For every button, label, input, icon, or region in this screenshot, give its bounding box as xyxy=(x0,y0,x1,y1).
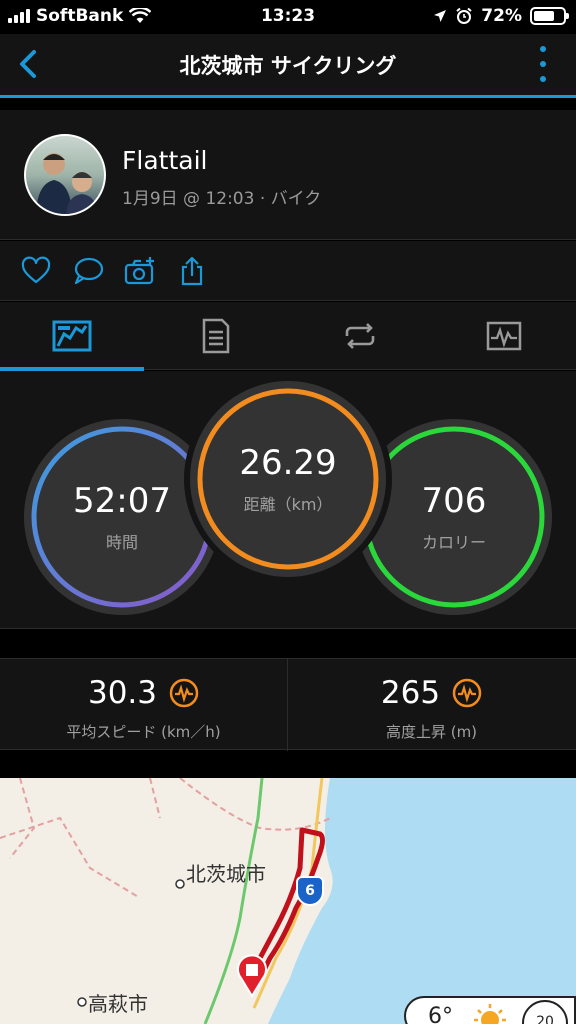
time-label: 時間 xyxy=(105,533,138,552)
wind-gauge: 20 xyxy=(522,1000,568,1024)
battery-percent: 72% xyxy=(481,6,522,26)
activity-meta: 1月9日 @ 12:03 · バイク xyxy=(122,189,322,209)
tab-details[interactable] xyxy=(144,302,288,370)
more-menu-icon[interactable] xyxy=(536,46,550,82)
wind-value: 20 xyxy=(536,1014,554,1024)
calories-label: カロリー xyxy=(421,533,486,552)
share-icon[interactable] xyxy=(176,255,208,287)
summary-rings: 52:07 時間 706 カロリー 26.29 距離（km） xyxy=(0,371,576,629)
status-right: 72% xyxy=(433,6,569,26)
elevation-value: 265 xyxy=(380,675,441,711)
weather-temp: 6° xyxy=(428,1004,453,1024)
route-shield: 6 xyxy=(296,876,324,906)
add-photo-icon[interactable] xyxy=(124,255,156,287)
avg-speed-label: 平均スピード (km／h) xyxy=(66,723,221,741)
tab-bar xyxy=(0,302,576,371)
action-bar xyxy=(0,241,576,301)
distance-value: 26.29 xyxy=(239,443,337,483)
elevation-stat[interactable]: 265 高度上昇 (m) xyxy=(288,659,575,751)
avg-speed-value: 30.3 xyxy=(87,675,158,711)
map-city-label: 高萩市 xyxy=(88,992,148,1016)
weather-badge[interactable]: 6° 20 xyxy=(404,996,576,1024)
avatar[interactable] xyxy=(24,134,106,216)
status-bar: SoftBank 13:23 72% xyxy=(0,0,576,34)
tab-laps[interactable] xyxy=(288,302,432,370)
location-arrow-icon xyxy=(434,10,447,22)
distance-ring: 26.29 距離（km） xyxy=(190,381,386,577)
comment-icon[interactable] xyxy=(72,255,104,287)
tab-charts[interactable] xyxy=(432,302,576,370)
connect-badge-icon xyxy=(169,678,199,708)
page-title: 北茨城市 サイクリング xyxy=(179,54,397,78)
connect-badge-icon xyxy=(452,678,482,708)
nav-bar: 北茨城市 サイクリング xyxy=(0,34,576,98)
start-pin-icon[interactable] xyxy=(236,954,268,998)
elevation-label: 高度上昇 (m) xyxy=(385,723,478,741)
route-map[interactable]: 北茨城市 高萩市 6 xyxy=(0,778,576,1024)
document-icon xyxy=(202,318,230,354)
map-canvas xyxy=(0,778,576,1024)
profile-name[interactable]: Flattail xyxy=(122,146,207,175)
battery-icon xyxy=(530,7,569,25)
heart-icon[interactable] xyxy=(20,255,52,287)
avatar-photo xyxy=(36,153,98,214)
tab-overview[interactable] xyxy=(0,302,144,371)
time-value: 52:07 xyxy=(73,481,171,521)
repeat-icon xyxy=(345,323,375,349)
activity-header: Flattail 1月9日 @ 12:03 · バイク xyxy=(0,110,576,240)
calories-value: 706 xyxy=(421,481,487,521)
chart-icon xyxy=(486,321,522,351)
alarm-icon xyxy=(456,7,472,24)
stats-row: 30.3 平均スピード (km／h) 265 高度上昇 (m) xyxy=(0,658,576,751)
avg-speed-stat[interactable]: 30.3 平均スピード (km／h) xyxy=(0,659,287,751)
overview-icon xyxy=(52,320,92,352)
sun-icon xyxy=(474,1004,506,1024)
map-city-label: 北茨城市 xyxy=(186,862,266,886)
distance-label: 距離（km） xyxy=(243,495,333,514)
